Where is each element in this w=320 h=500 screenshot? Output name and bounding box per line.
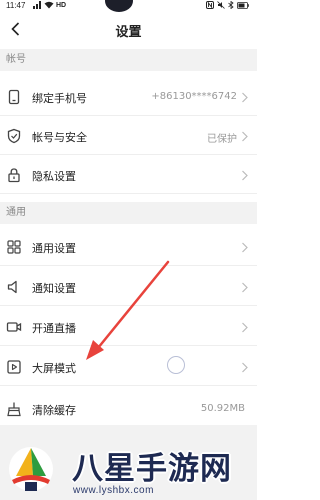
- row-value: +86130****6742: [151, 91, 237, 102]
- row-label: 绑定手机号: [32, 92, 87, 105]
- row-privacy-settings[interactable]: 隐私设置: [0, 156, 257, 194]
- chevron-right-icon: [242, 282, 248, 293]
- status-bar: 11:47 HD: [0, 0, 257, 12]
- row-label: 开通直播: [32, 322, 76, 335]
- chevron-right-icon: [242, 242, 248, 253]
- network-type: HD: [56, 1, 67, 9]
- nav-bar: 设置: [0, 12, 257, 48]
- chevron-right-icon: [242, 362, 248, 373]
- video-camera-icon: [6, 322, 22, 332]
- row-label: 大屏模式: [32, 362, 76, 375]
- row-start-livestream[interactable]: 开通直播: [0, 308, 257, 346]
- chevron-right-icon: [242, 322, 248, 333]
- row-bind-phone[interactable]: 绑定手机号 +86130****6742: [0, 78, 257, 116]
- nfc-icon: [206, 1, 214, 9]
- play-screen-icon: [7, 360, 21, 374]
- signal-icon: [33, 1, 41, 9]
- row-general-settings[interactable]: 通用设置: [0, 228, 257, 266]
- row-notification-settings[interactable]: 通知设置: [0, 268, 257, 306]
- row-label: 隐私设置: [32, 170, 76, 183]
- camera-notch: [105, 0, 133, 12]
- chevron-right-icon: [242, 170, 248, 181]
- grid-icon: [7, 240, 21, 254]
- row-label: 通用设置: [32, 242, 76, 255]
- wifi-icon: [44, 1, 54, 9]
- speaker-icon: [7, 280, 17, 294]
- row-clear-cache[interactable]: 清除缓存 50.92MB: [0, 390, 257, 428]
- watermark-title: 八星手游网: [72, 451, 232, 487]
- page-title: 设置: [115, 25, 142, 40]
- section-header-account: 帐号: [0, 49, 257, 71]
- lock-icon: [8, 168, 20, 183]
- row-value: 已保护: [207, 134, 237, 145]
- section-header-general: 通用: [0, 202, 257, 224]
- chevron-right-icon: [242, 92, 248, 103]
- mute-icon: [217, 1, 225, 9]
- row-label: 帐号与安全: [32, 131, 87, 144]
- chevron-right-icon: [242, 131, 248, 142]
- broom-icon: [7, 402, 21, 417]
- phone-icon: [8, 89, 20, 105]
- row-large-screen-mode[interactable]: 大屏模式: [0, 348, 257, 386]
- status-right-icons: [206, 1, 249, 9]
- row-account-security[interactable]: 帐号与安全 已保护: [0, 117, 257, 155]
- bluetooth-icon: [228, 1, 234, 9]
- row-value: 50.92MB: [200, 403, 245, 414]
- battery-icon: [237, 1, 249, 9]
- shield-icon: [7, 128, 21, 144]
- status-left-icons: HD: [33, 1, 66, 9]
- row-label: 清除缓存: [32, 404, 76, 417]
- watermark-url: www.lyshbx.com: [73, 485, 154, 496]
- loading-spinner: [167, 356, 185, 374]
- status-time: 11:47: [6, 1, 26, 10]
- row-label: 通知设置: [32, 282, 76, 295]
- watermark-logo-icon: [9, 447, 53, 491]
